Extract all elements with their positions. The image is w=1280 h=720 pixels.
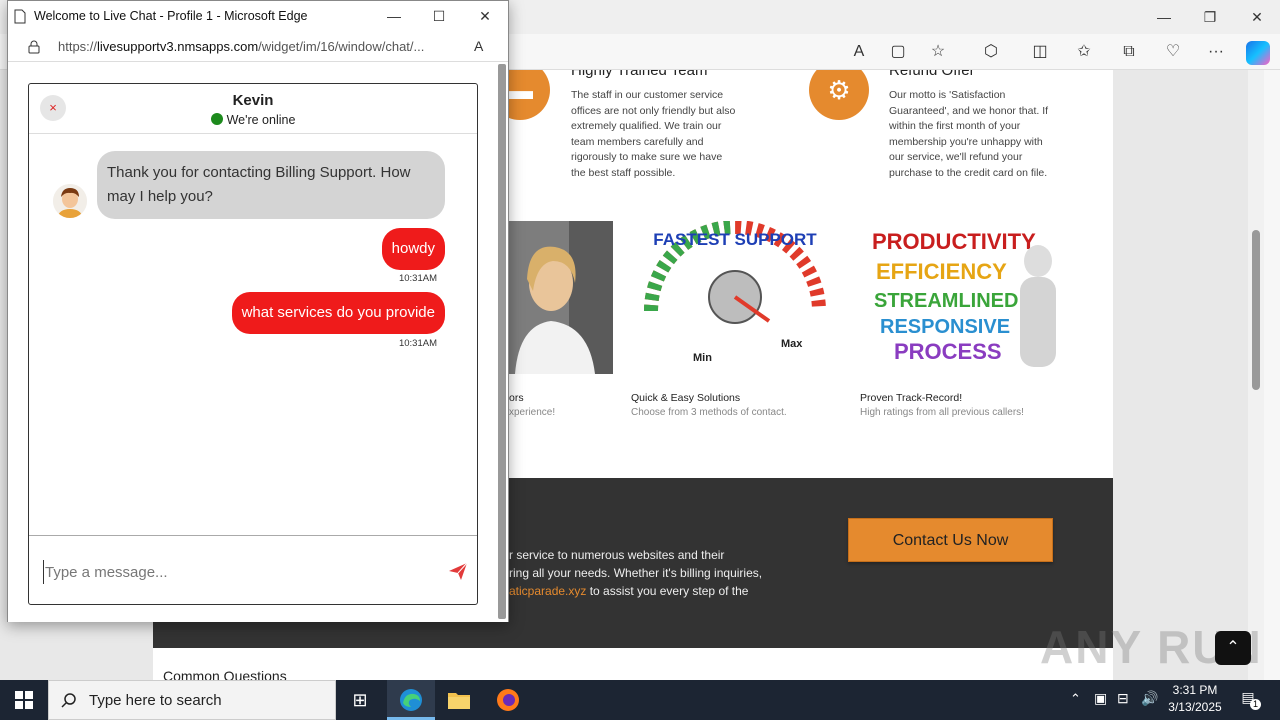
- edge-taskbar-icon[interactable]: [387, 680, 435, 720]
- feature-title: Refund Offer: [889, 70, 975, 79]
- caption-sub: High ratings from all previous callers!: [860, 407, 1024, 418]
- live-chat-popup-window: Welcome to Live Chat - Profile 1 - Micro…: [7, 0, 509, 622]
- popup-minimize-button[interactable]: —: [382, 5, 406, 27]
- tray-chevron-icon[interactable]: ⌃: [1070, 691, 1081, 707]
- popup-body: × Kevin We're online Thank you for conta…: [8, 62, 508, 622]
- agent-avatar: [53, 184, 87, 218]
- popup-address-bar[interactable]: https://livesupportv3.nmsapps.com/widget…: [8, 32, 508, 62]
- gauge-min-label: Min: [693, 352, 712, 364]
- about-text-line: r service to numerous websites and their: [509, 548, 725, 562]
- feature-title: Highly Trained Team: [571, 70, 708, 79]
- volume-icon[interactable]: 🔊: [1141, 690, 1158, 707]
- fastest-support-gauge-image: FASTEST SUPPORT Min Max: [631, 220, 839, 374]
- word-2: EFFICIENCY: [876, 259, 1007, 284]
- clock-time: 3:31 PM: [1172, 683, 1218, 697]
- section-heading: Common Questions: [163, 668, 287, 680]
- word-5: PROCESS: [894, 339, 1002, 364]
- clock-date: 3/13/2025: [1168, 700, 1222, 714]
- copilot-icon[interactable]: [1246, 41, 1270, 65]
- user-message: what services do you provide: [231, 292, 445, 334]
- popup-scrollbar[interactable]: [498, 64, 506, 619]
- agent-name: Kevin: [232, 92, 274, 109]
- start-button[interactable]: [0, 680, 48, 720]
- popup-title: Welcome to Live Chat - Profile 1 - Micro…: [34, 9, 308, 23]
- scroll-to-top-button[interactable]: ⌃: [1215, 631, 1251, 665]
- read-aloud-icon[interactable]: A: [474, 38, 483, 54]
- caption-title: Quick & Easy Solutions: [631, 392, 741, 404]
- popup-titlebar: Welcome to Live Chat - Profile 1 - Micro…: [8, 1, 508, 32]
- collections-icon[interactable]: ⧉: [1116, 40, 1142, 64]
- scrollbar-thumb[interactable]: [1252, 230, 1260, 390]
- lock-icon[interactable]: [28, 40, 40, 54]
- favorites-icon[interactable]: ✩: [1071, 40, 1097, 64]
- caption-sub: Choose from 3 methods of contact.: [631, 407, 787, 418]
- chat-widget: × Kevin We're online Thank you for conta…: [28, 83, 478, 605]
- firefox-icon[interactable]: [484, 680, 532, 720]
- browser-essentials-icon[interactable]: ♡: [1160, 40, 1186, 64]
- chat-header: × Kevin We're online: [29, 84, 477, 134]
- word-1: PRODUCTIVITY: [872, 229, 1036, 254]
- minimize-button[interactable]: —: [1152, 6, 1176, 28]
- favorite-star-icon[interactable]: ☆: [925, 40, 951, 64]
- immersive-reader-icon[interactable]: ▢: [885, 40, 911, 64]
- gear-icon: ⚙: [809, 70, 869, 120]
- message-input[interactable]: [43, 560, 433, 584]
- split-screen-icon[interactable]: ◫: [1027, 40, 1053, 64]
- restore-button[interactable]: ❐: [1198, 6, 1222, 28]
- network-icon[interactable]: ⊟: [1117, 690, 1129, 707]
- user-message: howdy: [381, 228, 445, 270]
- online-dot-icon: [210, 113, 223, 125]
- close-window-button[interactable]: ✕: [1245, 6, 1269, 28]
- page-icon: [14, 9, 26, 24]
- word-3: STREAMLINED: [874, 290, 1018, 312]
- support-agent-photo: [509, 221, 613, 374]
- task-view-icon[interactable]: ⊞: [336, 680, 384, 720]
- message-time: 10:31AM: [398, 273, 437, 284]
- meet-now-icon[interactable]: ▣: [1094, 690, 1107, 707]
- about-text-line: ring all your needs. Whether it's billin…: [509, 566, 763, 580]
- search-placeholder: Type here to search: [89, 692, 222, 709]
- feature-text: Our motto is 'Satisfaction Guaranteed', …: [889, 89, 1049, 179]
- notifications-icon[interactable]: ▤ 1: [1236, 689, 1261, 711]
- site-link[interactable]: aticparade.xyz: [509, 584, 586, 598]
- search-icon: [61, 693, 76, 708]
- taskbar-search[interactable]: Type here to search: [48, 680, 336, 720]
- word-4: RESPONSIVE: [880, 316, 1010, 338]
- notification-count: 1: [1250, 699, 1261, 710]
- caption-title: ors: [509, 392, 524, 404]
- popup-maximize-button[interactable]: ☐: [427, 5, 451, 27]
- clock[interactable]: 3:31 PM 3/13/2025: [1162, 683, 1228, 714]
- caption-sub: xperience!: [509, 407, 556, 418]
- caption-title: Proven Track-Record!: [860, 392, 963, 404]
- popup-url[interactable]: https://livesupportv3.nmsapps.com/widget…: [58, 39, 424, 54]
- popup-close-button[interactable]: ✕: [473, 5, 497, 27]
- page-scrollbar[interactable]: [1248, 70, 1264, 680]
- online-status: We're online: [29, 113, 477, 127]
- extensions-icon[interactable]: ⬡: [978, 40, 1004, 64]
- send-icon[interactable]: [447, 560, 469, 582]
- about-text-line: aticparade.xyz to assist you every step …: [509, 584, 749, 598]
- common-questions-section: Common Questions: [153, 648, 1113, 680]
- agent-message: Thank you for contacting Billing Support…: [97, 151, 445, 219]
- message-composer: [29, 535, 477, 604]
- read-aloud-icon[interactable]: A: [846, 40, 872, 64]
- gauge-max-label: Max: [781, 338, 803, 350]
- productivity-words-image: PRODUCTIVITY EFFICIENCY STREAMLINED RESP…: [860, 221, 1071, 374]
- taskbar: Type here to search ⊞ ⌃ ▣ ⊟ 🔊 3:31 PM 3/…: [0, 680, 1280, 720]
- more-options-icon[interactable]: ···: [1203, 40, 1229, 64]
- contact-us-button[interactable]: Contact Us Now: [848, 518, 1053, 562]
- file-explorer-icon[interactable]: [435, 680, 483, 720]
- windows-logo-icon: [15, 691, 33, 709]
- message-time: 10:31AM: [398, 338, 437, 349]
- feature-text: The staff in our customer service office…: [571, 89, 736, 179]
- gauge-title: FASTEST SUPPORT: [653, 230, 817, 249]
